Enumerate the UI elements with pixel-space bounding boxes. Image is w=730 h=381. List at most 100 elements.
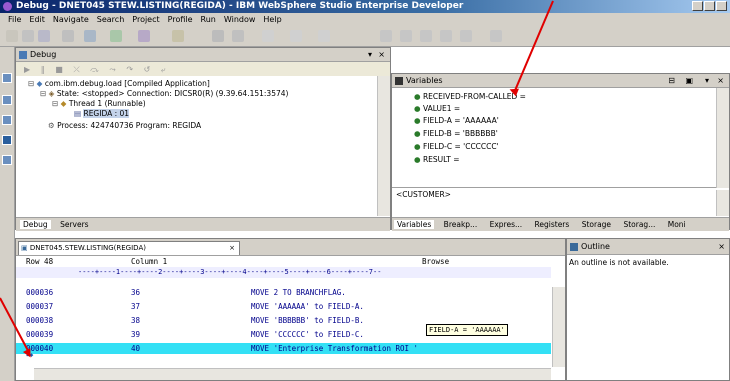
terminate-icon[interactable] bbox=[440, 30, 452, 42]
variable-row[interactable]: ● VALUE1 = bbox=[414, 104, 460, 114]
menu-bar: File Edit Navigate Search Project Profile Run W… bbox=[0, 13, 730, 26]
editor-tab-strip: ▣ DNET045.STEW.LISTING(REGIDA) × bbox=[16, 239, 565, 256]
menu-file[interactable]: File bbox=[8, 15, 21, 24]
debug-perspective-icon[interactable] bbox=[2, 135, 12, 145]
resume-icon[interactable] bbox=[460, 30, 472, 42]
text-icon[interactable] bbox=[490, 30, 502, 42]
tab-storage-monitors[interactable]: Storag... bbox=[620, 220, 658, 229]
view-menu-icon[interactable]: ▾ bbox=[368, 48, 372, 61]
variable-detail-pane[interactable]: <CUSTOMER> bbox=[396, 190, 451, 200]
tab-servers[interactable]: Servers bbox=[57, 220, 92, 229]
back-icon[interactable] bbox=[262, 30, 274, 42]
statement-text: MOVE 'Enterprise Transformation ROI ' bbox=[251, 344, 419, 353]
tree-item-stackframe[interactable]: ▤ REGIDA : 01 bbox=[74, 109, 130, 119]
minimize-button[interactable] bbox=[692, 1, 703, 11]
variable-label: FIELD-C = 'CCCCCC' bbox=[422, 142, 499, 151]
new-icon[interactable] bbox=[6, 30, 18, 42]
menu-project[interactable]: Project bbox=[132, 15, 159, 24]
show-types-icon[interactable]: ▣ bbox=[685, 74, 693, 87]
variable-row[interactable]: ● FIELD-C = 'CCCCCC' bbox=[414, 142, 499, 152]
perspective-icon[interactable] bbox=[2, 95, 12, 105]
view-menu-icon[interactable]: ▾ bbox=[705, 74, 709, 87]
perspective-icon[interactable] bbox=[2, 155, 12, 165]
step-into-icon[interactable] bbox=[380, 30, 392, 42]
open-type-icon[interactable] bbox=[212, 30, 224, 42]
print-icon[interactable] bbox=[38, 30, 50, 42]
mode-indicator: Browse bbox=[422, 257, 450, 266]
column-indicator: Column 1 bbox=[131, 257, 168, 266]
close-tab-icon[interactable]: × bbox=[229, 242, 235, 254]
menu-search[interactable]: Search bbox=[97, 15, 124, 24]
tab-storage[interactable]: Storage bbox=[579, 220, 614, 229]
perspective-bar bbox=[0, 47, 15, 381]
variable-row[interactable]: ● RESULT = bbox=[414, 155, 460, 165]
menu-navigate[interactable]: Navigate bbox=[53, 15, 89, 24]
external-tools-icon[interactable] bbox=[138, 30, 150, 42]
pin-icon[interactable] bbox=[232, 30, 244, 42]
window-title-bar: Debug - DNET045 STEW.LISTING(REGIDA) - I… bbox=[0, 0, 730, 13]
perspective-icon[interactable] bbox=[2, 73, 12, 83]
tab-breakpoints[interactable]: Breakp... bbox=[441, 220, 481, 229]
code-line[interactable]: 000037 37 MOVE 'AAAAAA' to FIELD-A. bbox=[16, 301, 551, 312]
close-view-icon[interactable]: × bbox=[717, 74, 724, 87]
close-button[interactable] bbox=[716, 1, 727, 11]
debug-icon[interactable] bbox=[84, 30, 96, 42]
menu-run[interactable]: Run bbox=[201, 15, 216, 24]
detail-vertical-scrollbar[interactable] bbox=[716, 190, 729, 216]
close-view-icon[interactable]: × bbox=[718, 239, 725, 254]
variable-icon: ● bbox=[414, 155, 423, 164]
thread-icon: ◆ bbox=[60, 99, 69, 108]
build-icon[interactable] bbox=[62, 30, 74, 42]
variables-vertical-scrollbar[interactable] bbox=[716, 88, 729, 188]
collapse-icon[interactable]: ⊟ bbox=[52, 99, 61, 108]
history-icon[interactable] bbox=[318, 30, 330, 42]
variable-row[interactable]: ● FIELD-B = 'BBBBBB' bbox=[414, 129, 498, 139]
tree-item-thread[interactable]: ⊟ ◆ Thread 1 (Runnable) bbox=[52, 99, 146, 109]
tab-monitors[interactable]: Moni bbox=[665, 220, 689, 229]
launch-icon: ◆ bbox=[36, 79, 45, 88]
outline-view: Outline × An outline is not available. bbox=[566, 238, 730, 381]
current-code-line[interactable]: 000040 40 MOVE 'Enterprise Transformation … bbox=[16, 343, 551, 354]
step-over-icon[interactable] bbox=[400, 30, 412, 42]
perspective-icon[interactable] bbox=[2, 115, 12, 125]
run-icon[interactable] bbox=[110, 30, 122, 42]
tree-item-launch[interactable]: ⊟ ◆ com.ibm.debug.load [Compiled Applica… bbox=[28, 79, 210, 89]
collapse-all-icon[interactable]: ⊟ bbox=[668, 74, 675, 87]
sequence-number: 37 bbox=[131, 302, 141, 311]
maximize-button[interactable] bbox=[704, 1, 715, 11]
menu-help[interactable]: Help bbox=[263, 15, 281, 24]
variable-icon: ● bbox=[414, 142, 423, 151]
tree-item-process[interactable]: ⚙ Process: 424740736 Program: REGIDA bbox=[48, 121, 201, 131]
window-title: Debug - DNET045 STEW.LISTING(REGIDA) - I… bbox=[16, 1, 464, 11]
save-icon[interactable] bbox=[22, 30, 34, 42]
editor-header: Row 48 Column 1 Browse bbox=[16, 256, 551, 267]
menu-profile[interactable]: Profile bbox=[168, 15, 193, 24]
tab-registers[interactable]: Registers bbox=[532, 220, 573, 229]
step-return-icon[interactable] bbox=[420, 30, 432, 42]
search-icon[interactable] bbox=[172, 30, 184, 42]
collapse-icon[interactable]: ⊟ bbox=[28, 79, 37, 88]
menu-edit[interactable]: Edit bbox=[29, 15, 45, 24]
debug-vertical-scrollbar[interactable] bbox=[377, 76, 390, 216]
editor-tab-label: DNET045.STEW.LISTING(REGIDA) bbox=[29, 244, 146, 252]
menu-window[interactable]: Window bbox=[224, 15, 256, 24]
variable-row[interactable]: ● FIELD-A = 'AAAAAA' bbox=[414, 116, 499, 126]
debug-controls[interactable]: ▶ ‖ ■ ⤫ ⤼ ⤳ ↷ ↺ ⤶ bbox=[24, 65, 169, 75]
variable-icon: ● bbox=[414, 104, 423, 113]
tab-expressions[interactable]: Expres... bbox=[487, 220, 526, 229]
collapse-icon[interactable]: ⊟ bbox=[40, 89, 49, 98]
variable-icon: ● bbox=[414, 92, 423, 101]
variable-label: FIELD-A = 'AAAAAA' bbox=[422, 116, 499, 125]
editor-vertical-scrollbar[interactable] bbox=[552, 287, 565, 367]
tree-item-state[interactable]: ⊟ ◈ State: <stopped> Connection: DICSR0(… bbox=[40, 89, 288, 99]
debug-view-header: Debug ▾ × bbox=[16, 48, 390, 62]
tab-debug[interactable]: Debug bbox=[20, 220, 51, 229]
code-line[interactable]: 000036 36 MOVE 2 TO BRANCHFLAG. bbox=[16, 287, 551, 298]
tab-variables[interactable]: Variables bbox=[394, 220, 435, 229]
forward-icon[interactable] bbox=[290, 30, 302, 42]
debug-view-title: Debug bbox=[30, 50, 57, 59]
editor-tab[interactable]: ▣ DNET045.STEW.LISTING(REGIDA) × bbox=[18, 241, 240, 255]
close-view-icon[interactable]: × bbox=[378, 48, 385, 61]
variable-label: VALUE1 = bbox=[422, 104, 461, 113]
editor-horizontal-scrollbar[interactable] bbox=[34, 368, 551, 380]
